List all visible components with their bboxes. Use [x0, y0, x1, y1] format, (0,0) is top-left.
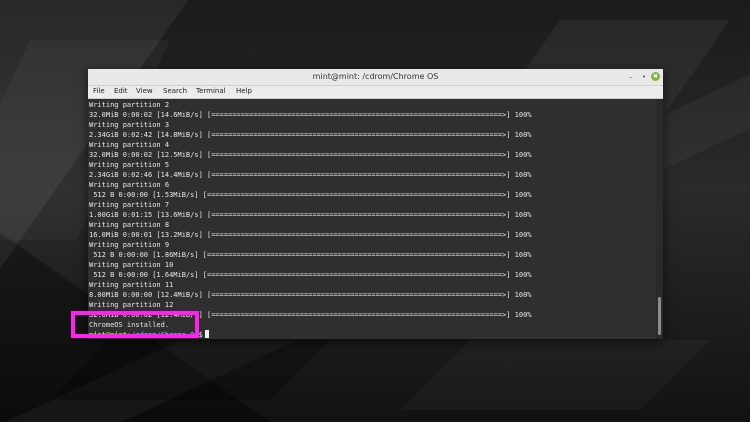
menu-file[interactable]: File — [93, 87, 105, 95]
title-bar[interactable]: mint@mint: /cdrom/Chrome OS – • ✖ — [88, 69, 663, 86]
terminal-line: 2.34GiB 0:02:42 [14.8MiB/s] [===========… — [89, 131, 532, 139]
menu-search[interactable]: Search — [163, 87, 187, 95]
menu-terminal[interactable]: Terminal — [196, 87, 226, 95]
terminal-line: Writing partition 6 — [89, 181, 170, 189]
terminal-output[interactable]: Writing partition 2 32.0MiB 0:00:02 [14.… — [88, 99, 663, 339]
terminal-line: Writing partition 12 — [89, 301, 174, 309]
background-facet — [400, 340, 710, 410]
menu-bar: File Edit View Search Terminal Help — [88, 86, 663, 99]
menu-help[interactable]: Help — [236, 87, 252, 95]
terminal-line: Writing partition 8 — [89, 221, 170, 229]
terminal-window[interactable]: mint@mint: /cdrom/Chrome OS – • ✖ File E… — [88, 69, 663, 339]
highlight-annotation-box — [71, 311, 199, 338]
text-cursor — [204, 330, 209, 338]
terminal-line: 512 B 0:00:00 [1.53MiB/s] [=============… — [89, 191, 532, 199]
menu-view[interactable]: View — [136, 87, 153, 95]
maximize-icon[interactable]: • — [639, 72, 649, 82]
minimize-icon[interactable]: – — [626, 72, 636, 82]
terminal-line: 2.34GiB 0:02:46 [14.4MiB/s] [===========… — [89, 171, 532, 179]
terminal-line: 16.0MiB 0:00:01 [13.2MiB/s] [===========… — [89, 231, 532, 239]
terminal-line: 512 B 0:00:00 [1.86MiB/s] [=============… — [89, 251, 532, 259]
close-icon[interactable]: ✖ — [651, 72, 660, 81]
terminal-line: 1.00GiB 0:01:15 [13.6MiB/s] [===========… — [89, 211, 532, 219]
scrollbar-thumb[interactable] — [658, 297, 661, 335]
window-title: mint@mint: /cdrom/Chrome OS — [312, 72, 439, 81]
prompt-symbol: $ — [198, 331, 203, 339]
terminal-line: Writing partition 2 — [89, 101, 170, 109]
terminal-line: Writing partition 9 — [89, 241, 170, 249]
terminal-line: 32.0MiB 0:00:02 [14.6MiB/s] [===========… — [89, 111, 532, 119]
terminal-line: 8.00MiB 0:00:00 [12.4MiB/s] [===========… — [89, 291, 532, 299]
terminal-line: 512 B 0:00:00 [1.64MiB/s] [=============… — [89, 271, 532, 279]
scrollbar[interactable] — [656, 99, 663, 339]
terminal-line: 32.0MiB 0:00:02 [12.5MiB/s] [===========… — [89, 151, 532, 159]
terminal-line: Writing partition 11 — [89, 281, 174, 289]
menu-edit[interactable]: Edit — [114, 87, 128, 95]
terminal-line: Writing partition 4 — [89, 141, 170, 149]
terminal-line: Writing partition 10 — [89, 261, 174, 269]
terminal-line: Writing partition 5 — [89, 161, 170, 169]
terminal-line: Writing partition 7 — [89, 201, 170, 209]
terminal-line: Writing partition 3 — [89, 121, 170, 129]
background-facet — [50, 330, 340, 400]
